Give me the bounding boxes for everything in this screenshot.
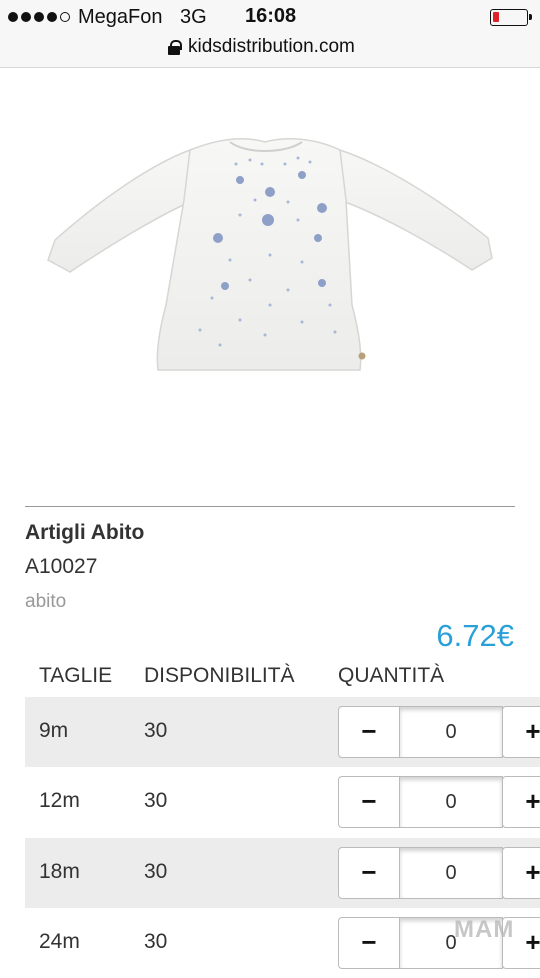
size-cell: 12m [39,789,80,812]
carrier-name: MegaFon [78,6,163,28]
availability-cell: 30 [144,719,168,742]
lock-icon [168,40,182,55]
decrease-quantity-button[interactable]: − [338,706,400,758]
quantity-stepper: − 0 + [338,776,540,828]
availability-cell: 30 [144,789,168,812]
url-text[interactable]: kidsdistribution.com [188,36,355,58]
address-bar[interactable]: kidsdistribution.com [0,36,540,68]
battery-icon [490,9,532,26]
size-table-header: TAGLIE DISPONIBILITÀ QUANTITÀ [25,660,540,696]
quantity-input[interactable]: 0 [399,706,503,758]
size-cell: 9m [39,719,69,742]
status-bar: MegaFon 3G 16:08 [0,0,540,36]
product-title: Artigli Abito [25,521,145,544]
increase-quantity-button[interactable]: + [502,776,540,828]
header-availability: DISPONIBILITÀ [144,664,295,687]
quantity-stepper: − 0 + [338,847,540,899]
header-sizes: TAGLIE [39,664,113,687]
increase-quantity-button[interactable]: + [502,706,540,758]
decrease-quantity-button[interactable]: − [338,847,400,899]
table-row: 12m 30 − 0 + [25,767,540,837]
size-cell: 24m [39,930,80,953]
signal-strength-icon [8,12,70,22]
decrease-quantity-button[interactable]: − [338,917,400,969]
network-type: 3G [180,6,207,28]
quantity-stepper: − 0 + [338,706,540,758]
availability-cell: 30 [144,860,168,883]
quantity-input[interactable]: 0 [399,776,503,828]
quantity-input[interactable]: 0 [399,847,503,899]
product-code: A10027 [25,555,98,578]
table-row: 9m 30 − 0 + [25,697,540,767]
decrease-quantity-button[interactable]: − [338,776,400,828]
availability-cell: 30 [144,930,168,953]
table-row: 18m 30 − 0 + [25,838,540,908]
watermark-logo: МАМ [454,916,515,943]
status-time: 16:08 [245,5,297,27]
size-cell: 18m [39,860,80,883]
product-image [40,120,500,390]
increase-quantity-button[interactable]: + [502,847,540,899]
divider [25,506,515,507]
product-category: abito [25,591,67,612]
product-price: 6.72€ [436,618,514,653]
header-quantity: QUANTITÀ [338,664,445,687]
